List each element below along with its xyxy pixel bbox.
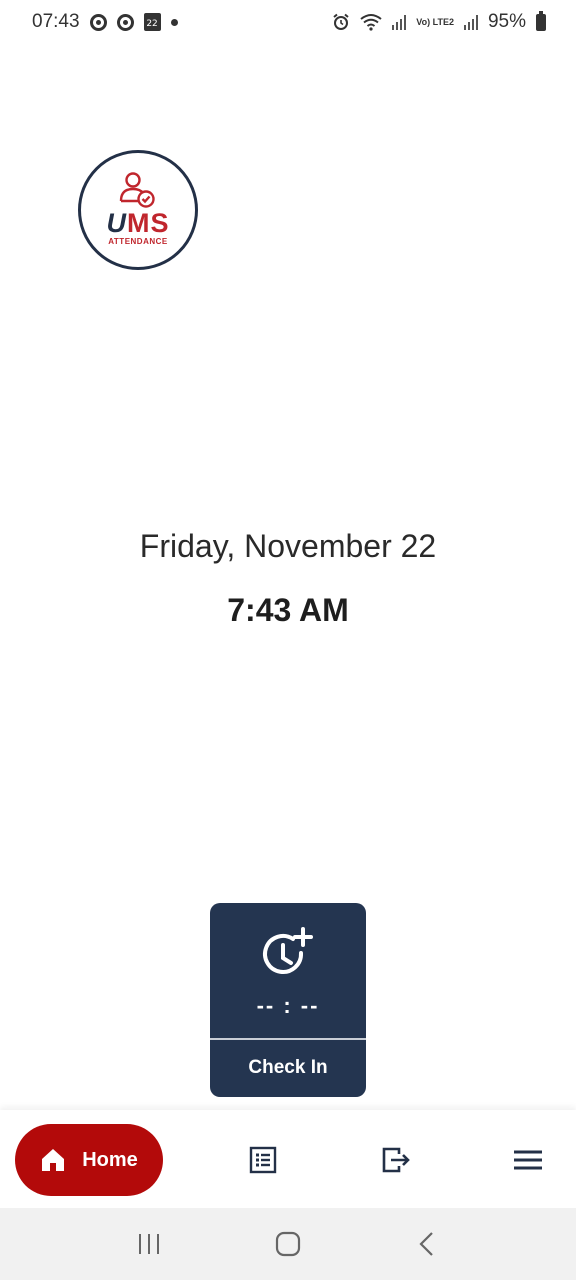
back-icon — [419, 1232, 433, 1256]
user-check-icon — [119, 172, 155, 208]
current-time: 7:43 AM — [227, 592, 349, 628]
chrome-icon — [116, 13, 134, 31]
nav-list-button[interactable] — [243, 1140, 283, 1180]
recent-apps-button[interactable] — [129, 1224, 169, 1264]
clock-plus-icon — [263, 927, 313, 974]
back-button[interactable] — [407, 1224, 447, 1264]
status-time: 07:43 — [32, 11, 80, 32]
check-in-time: -- : -- — [256, 993, 320, 1018]
check-in-label: Check In — [248, 1056, 328, 1078]
status-bar-left: 07:43 22 — [32, 11, 178, 33]
nav-home-label: Home — [82, 1148, 138, 1171]
check-in-card-top: -- : -- — [210, 903, 366, 1040]
menu-icon — [514, 1150, 542, 1170]
notification-dot-icon — [170, 18, 178, 26]
home-system-button[interactable] — [268, 1224, 308, 1264]
status-bar: 07:43 22 Vo) LTE2 95% — [0, 0, 576, 44]
network-type: Vo) LTE2 — [416, 16, 454, 27]
system-nav-bar — [0, 1208, 576, 1280]
nav-menu-button[interactable] — [508, 1140, 548, 1180]
home-icon — [42, 1149, 65, 1171]
signal-icon — [463, 14, 478, 30]
alarm-icon — [333, 13, 349, 30]
calendar-icon: 22 — [143, 13, 161, 31]
signal-icon — [392, 14, 407, 30]
battery-icon — [536, 10, 546, 31]
home-square-icon — [275, 1231, 301, 1257]
nav-home-button[interactable]: Home — [15, 1124, 163, 1196]
logo-subtitle: ATTENDANCE — [108, 237, 168, 246]
app-logo: UMS ATTENDANCE — [78, 150, 198, 270]
bottom-nav: Home — [0, 1110, 576, 1208]
current-date: Friday, November 22 — [139, 528, 437, 564]
nav-checkout-button[interactable] — [376, 1140, 416, 1180]
list-icon — [249, 1146, 277, 1174]
check-in-button[interactable]: -- : -- Check In — [210, 903, 366, 1097]
status-bar-right: Vo) LTE2 95% — [332, 10, 546, 33]
chrome-icon — [89, 13, 107, 31]
wifi-icon — [360, 14, 382, 31]
recent-apps-icon — [139, 1234, 160, 1254]
battery-percent: 95% — [487, 11, 526, 32]
logo-wordmark: UMS — [106, 208, 170, 238]
logout-icon — [382, 1147, 410, 1173]
